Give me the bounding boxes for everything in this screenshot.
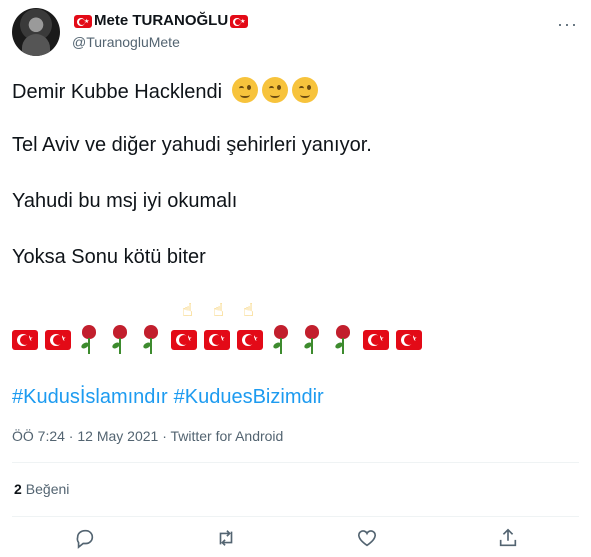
turkish-flag-icon: ★ <box>230 14 249 28</box>
emoji-row: ★ ★ ★ ★ ★ ★ ★ <box>12 325 429 355</box>
turkish-flag-icon: ★ <box>171 330 197 350</box>
turkish-flag-icon: ★ <box>363 330 389 350</box>
rose-icon <box>78 325 100 355</box>
divider <box>12 516 579 517</box>
hashtags: #Kudusİslamındır #KuduesBizimdir <box>12 385 330 409</box>
tweet-line-2: Tel Aviv ve diğer yahudi şehirleri yanıy… <box>12 134 372 156</box>
rose-icon <box>140 325 162 355</box>
like-icon[interactable] <box>352 523 382 553</box>
likes-stat[interactable]: 2 Beğeni <box>14 481 69 497</box>
reply-icon[interactable] <box>70 523 100 553</box>
more-dots-icon[interactable]: ··· <box>557 14 578 35</box>
rose-icon <box>109 325 131 355</box>
author-display-name[interactable]: Mete TURANOĞLU <box>94 12 228 30</box>
tweet-meta[interactable]: ÖÖ 7:24 · 12 May 2021 · Twitter for Andr… <box>12 428 283 444</box>
turkish-flag-icon: ★ <box>204 330 230 350</box>
author-names: ★ Mete TURANOĞLU ★ @TuranogluMete <box>72 12 250 50</box>
rose-icon <box>270 325 292 355</box>
turkish-flag-icon: ★ <box>74 14 92 28</box>
action-bar <box>0 523 591 553</box>
likes-label: Beğeni <box>25 481 70 497</box>
hashtag-link[interactable]: #Kudusİslamındır <box>12 386 168 408</box>
divider <box>12 462 579 463</box>
pointing-up-icon: ☝ <box>243 300 254 320</box>
share-icon[interactable] <box>493 523 523 553</box>
turkish-flag-icon: ★ <box>12 330 38 350</box>
author-handle[interactable]: @TuranogluMete <box>72 34 250 50</box>
avatar[interactable] <box>12 8 60 56</box>
tweet-line-1: Demir Kubbe Hacklendi <box>12 77 318 104</box>
turkish-flag-icon: ★ <box>45 330 71 350</box>
hashtag-link[interactable]: #KuduesBizimdir <box>174 386 324 408</box>
winking-face-icon <box>261 77 288 103</box>
rose-icon <box>332 325 354 355</box>
likes-count: 2 <box>14 481 22 497</box>
author-display-name-row[interactable]: ★ Mete TURANOĞLU ★ <box>72 12 250 30</box>
tweet-header: ★ Mete TURANOĞLU ★ @TuranogluMete ··· <box>12 8 582 58</box>
retweet-icon[interactable] <box>211 523 241 553</box>
rose-icon <box>301 325 323 355</box>
turkish-flag-icon: ★ <box>396 330 422 350</box>
tweet-text-line: Demir Kubbe Hacklendi <box>12 81 223 103</box>
winking-face-icon <box>291 77 318 103</box>
turkish-flag-icon: ★ <box>237 330 263 350</box>
tweet-line-4: Yoksa Sonu kötü biter <box>12 246 206 268</box>
pointing-up-icon: ☝ <box>182 300 193 320</box>
winking-face-icon <box>231 77 258 103</box>
tweet-line-3: Yahudi bu msj iyi okumalı <box>12 190 238 212</box>
pointing-up-icon: ☝ <box>213 300 224 320</box>
